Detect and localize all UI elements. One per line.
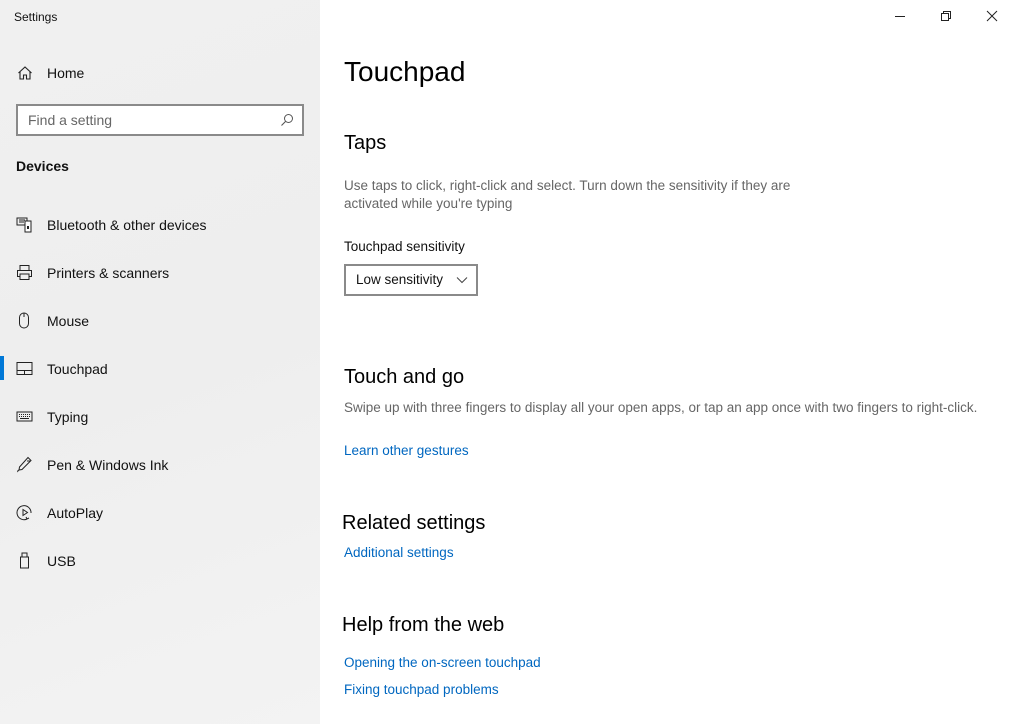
sidebar-item-label: Printers & scanners bbox=[47, 265, 170, 281]
sensitivity-label: Touchpad sensitivity bbox=[344, 239, 465, 254]
search-icon[interactable] bbox=[280, 113, 294, 127]
sidebar-item-usb[interactable]: USB bbox=[0, 544, 320, 592]
app-title: Settings bbox=[14, 10, 58, 24]
minimize-button[interactable] bbox=[877, 0, 923, 32]
active-indicator bbox=[0, 356, 4, 380]
close-button[interactable] bbox=[969, 0, 1015, 32]
bluetooth-devices-icon bbox=[16, 217, 32, 233]
main-content: Touchpad Taps Use taps to click, right-c… bbox=[320, 0, 1015, 724]
sensitivity-value: Low sensitivity bbox=[356, 272, 444, 287]
window-controls bbox=[877, 0, 1015, 32]
sidebar-item-pen[interactable]: Pen & Windows Ink bbox=[0, 448, 320, 496]
touch-and-go-description: Swipe up with three fingers to display a… bbox=[344, 400, 978, 415]
sidebar-nav: Bluetooth & other devices Printers & sca… bbox=[0, 208, 320, 592]
mouse-icon bbox=[19, 312, 29, 329]
taps-heading: Taps bbox=[344, 132, 387, 154]
sidebar-item-autoplay[interactable]: AutoPlay bbox=[0, 496, 320, 544]
sidebar-item-typing[interactable]: Typing bbox=[0, 400, 320, 448]
sidebar-item-touchpad[interactable]: Touchpad bbox=[0, 352, 320, 400]
pen-icon bbox=[17, 456, 32, 473]
chevron-down-icon bbox=[456, 277, 468, 284]
help-heading: Help from the web bbox=[342, 614, 505, 636]
autoplay-icon bbox=[16, 505, 32, 521]
sidebar-item-label: USB bbox=[47, 553, 76, 569]
home-icon bbox=[18, 66, 32, 80]
search-input[interactable] bbox=[18, 106, 278, 134]
restore-button[interactable] bbox=[923, 0, 969, 32]
usb-icon bbox=[20, 552, 29, 569]
sidebar-item-label: Bluetooth & other devices bbox=[47, 217, 207, 233]
restore-icon bbox=[941, 11, 951, 21]
sidebar-home[interactable]: Home bbox=[0, 58, 320, 88]
touch-and-go-heading: Touch and go bbox=[344, 366, 465, 388]
sidebar-item-label: AutoPlay bbox=[47, 505, 104, 521]
close-icon bbox=[986, 10, 998, 22]
sidebar-item-label: Pen & Windows Ink bbox=[47, 457, 169, 473]
sidebar-item-printers[interactable]: Printers & scanners bbox=[0, 256, 320, 304]
related-settings-heading: Related settings bbox=[342, 512, 486, 534]
keyboard-icon bbox=[16, 411, 33, 422]
search-box[interactable] bbox=[16, 104, 304, 136]
sidebar-item-label: Touchpad bbox=[47, 361, 108, 377]
sidebar-item-label: Typing bbox=[47, 409, 89, 425]
help-link-fixing-touchpad[interactable]: Fixing touchpad problems bbox=[344, 682, 499, 697]
page-title: Touchpad bbox=[344, 56, 466, 87]
additional-settings-link[interactable]: Additional settings bbox=[344, 545, 454, 560]
minimize-icon bbox=[895, 16, 905, 17]
sidebar-item-label: Mouse bbox=[47, 313, 90, 329]
taps-description: Use taps to click, right-click and selec… bbox=[344, 178, 791, 211]
printer-icon bbox=[17, 265, 32, 280]
touchpad-icon bbox=[16, 362, 33, 375]
sidebar-item-mouse[interactable]: Mouse bbox=[0, 304, 320, 352]
help-link-onscreen-touchpad[interactable]: Opening the on-screen touchpad bbox=[344, 655, 541, 670]
sensitivity-dropdown[interactable]: Low sensitivity bbox=[344, 264, 478, 296]
section-label: Devices bbox=[16, 158, 69, 174]
home-label: Home bbox=[47, 65, 85, 81]
sidebar: Settings Home Devices Bluetooth & other … bbox=[0, 0, 320, 724]
sidebar-item-bluetooth[interactable]: Bluetooth & other devices bbox=[0, 208, 320, 256]
learn-other-gestures-link[interactable]: Learn other gestures bbox=[344, 443, 469, 458]
